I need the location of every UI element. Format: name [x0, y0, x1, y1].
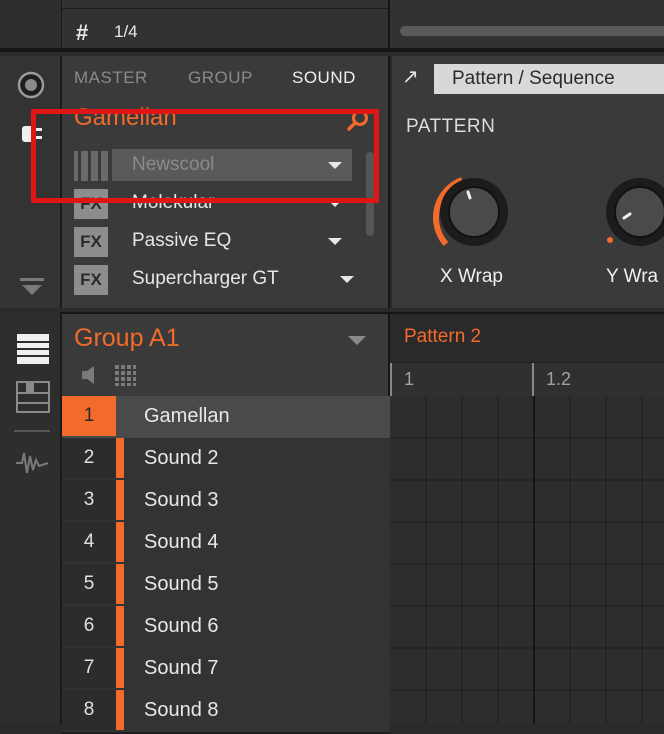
sound-number: 8: [62, 690, 116, 730]
sound-slot-8[interactable]: 8 Sound 8: [62, 690, 390, 734]
knob-view-icon[interactable]: [16, 70, 46, 100]
color-accent: [116, 648, 124, 688]
color-accent: [116, 522, 124, 562]
divider: [14, 430, 50, 432]
step-grid-icon[interactable]: #: [76, 20, 88, 46]
fx-icon: FX: [74, 227, 108, 257]
color-accent: [116, 438, 124, 478]
sound-number: 3: [62, 480, 116, 520]
step-grid-lines: [390, 396, 664, 724]
group-name-title[interactable]: Group A1: [74, 324, 180, 353]
knob-label: X Wrap: [440, 266, 504, 287]
sound-slot-6[interactable]: 6 Sound 6: [62, 606, 390, 650]
tab-sound[interactable]: SOUND: [292, 68, 356, 88]
chevron-down-icon[interactable]: [328, 238, 342, 245]
sample-editor-icon[interactable]: [14, 448, 50, 478]
arranger-scroll: [390, 0, 664, 52]
pad-grid-icon[interactable]: [114, 364, 136, 386]
sound-slot-4[interactable]: 4 Sound 4: [62, 522, 390, 566]
sound-number: 1: [62, 396, 116, 436]
speaker-icon[interactable]: [80, 364, 100, 386]
keyboard-view-icon[interactable]: [16, 380, 50, 414]
sound-name: Sound 7: [144, 657, 219, 679]
tab-master[interactable]: MASTER: [74, 68, 148, 88]
top-left-corner: [0, 0, 62, 52]
sound-slot-1[interactable]: 1 Gamellan: [62, 396, 390, 440]
knob-label: Y Wra: [606, 266, 659, 287]
editor-icon-column: [0, 312, 62, 724]
pattern-heading: PATTERN: [406, 116, 496, 137]
sound-slot-3[interactable]: 3 Sound 3: [62, 480, 390, 524]
sound-name: Sound 6: [144, 615, 219, 637]
color-accent: [116, 690, 124, 730]
collapse-icon[interactable]: [18, 276, 46, 298]
chevron-down-icon[interactable]: [348, 336, 366, 345]
sound-name: Sound 2: [144, 447, 219, 469]
sound-number: 4: [62, 522, 116, 562]
divider: [62, 8, 388, 9]
x-wrap-knob[interactable]: [426, 168, 522, 264]
y-wrap-knob[interactable]: [596, 168, 664, 264]
step-size-label[interactable]: 1/4: [114, 22, 138, 42]
sound-slot-2[interactable]: 2 Sound 2: [62, 438, 390, 482]
color-accent: [116, 606, 124, 646]
expand-arrow-icon[interactable]: ↗: [402, 64, 419, 89]
highlight-box: [31, 109, 379, 203]
pattern-editor-header: Pattern 2 1 1.2: [390, 312, 664, 399]
color-accent: [116, 480, 124, 520]
ruler-tick: [390, 363, 392, 399]
group-header: Group A1: [62, 312, 390, 396]
sound-number: 5: [62, 564, 116, 604]
chevron-down-icon[interactable]: [340, 276, 354, 283]
sound-slot-7[interactable]: 7 Sound 7: [62, 648, 390, 692]
sound-name: Sound 3: [144, 489, 219, 511]
sound-number: 2: [62, 438, 116, 478]
pattern-panel: ↗ Pattern / Sequence PATTERN X Wrap Y Wr…: [392, 56, 664, 308]
step-bar: # 1/4: [62, 0, 390, 52]
ruler-tick: [532, 363, 534, 399]
ruler-label: 1: [404, 369, 415, 389]
pattern-view-icon[interactable]: [16, 332, 50, 366]
fx-icon: FX: [74, 265, 108, 295]
pattern-name-label[interactable]: Pattern 2: [404, 326, 481, 348]
plugin-slot-4[interactable]: FX Supercharger GT: [74, 262, 354, 296]
sound-name: Sound 8: [144, 699, 219, 721]
sound-name: Sound 4: [144, 531, 219, 553]
ruler-label: 1.2: [546, 369, 572, 389]
plugin-slot-3[interactable]: FX Passive EQ: [74, 224, 354, 258]
tab-group[interactable]: GROUP: [188, 68, 253, 88]
pattern-sequence-button[interactable]: Pattern / Sequence: [434, 64, 664, 94]
sound-number: 7: [62, 648, 116, 688]
sound-name: Gamellan: [144, 405, 230, 427]
sound-name: Sound 5: [144, 573, 219, 595]
sound-number: 6: [62, 606, 116, 646]
sound-slot-5[interactable]: 5 Sound 5: [62, 564, 390, 608]
plugin-label: Supercharger GT: [132, 268, 279, 289]
color-accent: [116, 564, 124, 604]
plugin-label: Passive EQ: [132, 230, 232, 251]
horizontal-scrollbar[interactable]: [400, 26, 664, 36]
step-grid[interactable]: [390, 396, 664, 724]
timeline-ruler[interactable]: 1 1.2: [390, 362, 664, 399]
